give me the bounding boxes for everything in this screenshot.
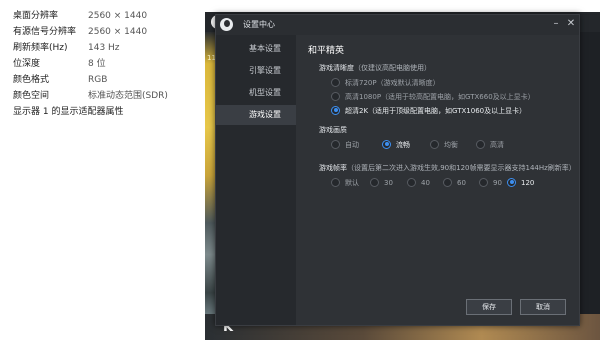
info-row-color-space: 颜色空间 标准动态范围(SDR) bbox=[13, 88, 168, 104]
game-name-heading: 和平精英 bbox=[308, 46, 345, 56]
radio-button-icon bbox=[507, 177, 516, 187]
radio-button-icon bbox=[476, 139, 485, 149]
radio-button-icon bbox=[370, 177, 379, 187]
radio-label: 高清1080P（适用于较高配置电脑，如GTX660及以上显卡） bbox=[345, 93, 535, 101]
info-value: 143 Hz bbox=[88, 43, 120, 53]
section-title: 游戏清晰度 bbox=[319, 64, 354, 72]
section-note: （设置后第二次进入游戏生效,90和120帧需要显示器支持144Hz刷新率） bbox=[347, 164, 576, 172]
radio-fps-60[interactable]: 60 bbox=[443, 177, 466, 189]
display-info-panel: 桌面分辨率 2560 × 1440 有源信号分辨率 2560 × 1440 刷新频率… bbox=[0, 0, 205, 340]
radio-label: 120 bbox=[521, 179, 535, 187]
radio-quality-auto[interactable]: 自动 bbox=[331, 139, 359, 151]
radio-button-icon bbox=[479, 177, 488, 187]
sidebar-item-basic[interactable]: 基本设置 bbox=[216, 39, 296, 59]
sidebar-item-game[interactable]: 游戏设置 bbox=[216, 105, 296, 125]
sidebar-item-engine[interactable]: 引擎设置 bbox=[216, 61, 296, 81]
settings-dialog: 设置中心 – ✕ 基本设置 引擎设置 机型设置 游戏设置 和平精英 游戏清晰度（… bbox=[215, 14, 580, 326]
info-value: RGB bbox=[88, 75, 108, 85]
radio-quality-balanced[interactable]: 均衡 bbox=[430, 139, 458, 151]
info-label: 有源信号分辨率 bbox=[13, 27, 77, 37]
radio-button-icon bbox=[407, 177, 416, 187]
info-row-bit-depth: 位深度 8 位 bbox=[13, 56, 106, 72]
radio-definition-2k[interactable]: 超清2K（适用于顶级配置电脑，如GTX1060及以上显卡） bbox=[331, 105, 526, 117]
dialog-title: 设置中心 bbox=[243, 20, 275, 29]
info-label: 颜色格式 bbox=[13, 75, 50, 85]
radio-label: 30 bbox=[384, 179, 393, 187]
sidebar-item-device[interactable]: 机型设置 bbox=[216, 83, 296, 103]
radio-label: 60 bbox=[457, 179, 466, 187]
radio-definition-720p[interactable]: 标清720P（游戏默认清晰度） bbox=[331, 77, 440, 89]
radio-fps-90[interactable]: 90 bbox=[479, 177, 502, 189]
quality-section-label: 游戏画质 bbox=[319, 126, 347, 134]
radio-button-icon bbox=[331, 91, 340, 101]
radio-quality-smooth[interactable]: 流畅 bbox=[382, 139, 410, 151]
radio-fps-120[interactable]: 120 bbox=[507, 177, 534, 189]
info-row-signal-resolution: 有源信号分辨率 2560 × 1440 bbox=[13, 24, 147, 40]
adapter-properties-link[interactable]: 显示器 1 的显示适配器属性 bbox=[13, 104, 123, 120]
app-logo-icon bbox=[220, 18, 233, 31]
radio-button-icon bbox=[443, 177, 452, 187]
section-note: （仅建议高配电脑使用） bbox=[354, 64, 431, 72]
save-button[interactable]: 保存 bbox=[466, 299, 512, 315]
radio-label: 超清2K（适用于顶级配置电脑，如GTX1060及以上显卡） bbox=[345, 107, 527, 115]
section-title: 游戏帧率 bbox=[319, 164, 347, 172]
settings-content: 和平精英 游戏清晰度（仅建议高配电脑使用） 标清720P（游戏默认清晰度） 高清… bbox=[296, 35, 579, 325]
radio-label: 自动 bbox=[345, 141, 359, 149]
info-value: 标准动态范围(SDR) bbox=[88, 91, 168, 101]
radio-button-icon bbox=[331, 105, 340, 115]
info-label: 位深度 bbox=[13, 59, 41, 69]
framerate-section-label: 游戏帧率（设置后第二次进入游戏生效,90和120帧需要显示器支持144Hz刷新率… bbox=[319, 163, 576, 173]
radio-label: 标清720P（游戏默认清晰度） bbox=[345, 79, 440, 87]
radio-label: 高清 bbox=[490, 141, 504, 149]
info-row-refresh-rate: 刷新频率(Hz) 143 Hz bbox=[13, 40, 120, 56]
radio-label: 均衡 bbox=[444, 141, 458, 149]
radio-fps-40[interactable]: 40 bbox=[407, 177, 430, 189]
radio-label: 流畅 bbox=[396, 141, 410, 149]
radio-button-icon bbox=[331, 177, 340, 187]
radio-quality-hd[interactable]: 高清 bbox=[476, 139, 504, 151]
info-value: 8 位 bbox=[88, 59, 106, 69]
info-label: 桌面分辨率 bbox=[13, 11, 59, 21]
cancel-button[interactable]: 取消 bbox=[520, 299, 566, 315]
radio-label: 默认 bbox=[345, 179, 359, 187]
info-label: 刷新频率(Hz) bbox=[13, 43, 68, 53]
radio-definition-1080p[interactable]: 高清1080P（适用于较高配置电脑，如GTX660及以上显卡） bbox=[331, 91, 535, 103]
minimize-button[interactable]: – bbox=[550, 17, 562, 31]
dialog-titlebar: 设置中心 – ✕ bbox=[216, 15, 579, 35]
radio-fps-default[interactable]: 默认 bbox=[331, 177, 359, 189]
settings-sidebar: 基本设置 引擎设置 机型设置 游戏设置 bbox=[216, 35, 296, 325]
info-row-desktop-resolution: 桌面分辨率 2560 × 1440 bbox=[13, 8, 147, 24]
radio-label: 90 bbox=[493, 179, 502, 187]
radio-button-icon bbox=[331, 139, 340, 149]
info-row-color-format: 颜色格式 RGB bbox=[13, 72, 107, 88]
radio-button-icon bbox=[382, 139, 391, 149]
close-button[interactable]: ✕ bbox=[565, 17, 577, 31]
radio-label: 40 bbox=[421, 179, 430, 187]
info-value: 2560 × 1440 bbox=[88, 11, 148, 21]
radio-button-icon bbox=[430, 139, 439, 149]
definition-section-label: 游戏清晰度（仅建议高配电脑使用） bbox=[319, 63, 431, 73]
radio-fps-30[interactable]: 30 bbox=[370, 177, 393, 189]
radio-button-icon bbox=[331, 77, 340, 87]
info-value: 2560 × 1440 bbox=[88, 27, 148, 37]
info-label: 颜色空间 bbox=[13, 91, 50, 101]
